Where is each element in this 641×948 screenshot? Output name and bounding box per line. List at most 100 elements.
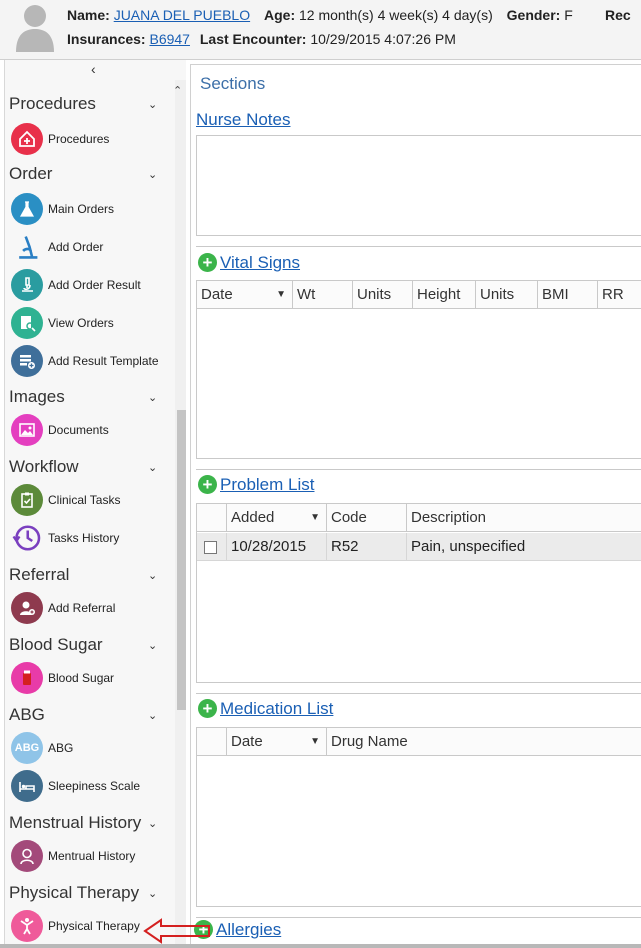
sort-dropdown-icon[interactable]: ▼ bbox=[310, 728, 320, 756]
column-header-date[interactable]: Date ▼ bbox=[227, 728, 327, 756]
sidebar: ‹ ⌃ Procedures ⌄ Procedures Order ⌄ Main… bbox=[4, 60, 186, 944]
problem-list-link[interactable]: Problem List bbox=[220, 475, 314, 495]
image-icon bbox=[11, 414, 43, 446]
sidebar-scroll-thumb[interactable] bbox=[177, 410, 186, 710]
category-images[interactable]: Images bbox=[9, 387, 65, 407]
flask-icon bbox=[11, 193, 43, 225]
clipboard-icon bbox=[11, 484, 43, 516]
add-person-icon bbox=[11, 592, 43, 624]
sidebar-item-add-order[interactable]: Add Order bbox=[11, 231, 171, 263]
sidebar-item-tasks-history[interactable]: Tasks History bbox=[11, 522, 171, 554]
chevron-down-icon[interactable]: ⌄ bbox=[148, 639, 157, 652]
cell-added: 10/28/2015 bbox=[227, 533, 327, 561]
chevron-down-icon[interactable]: ⌄ bbox=[148, 887, 157, 900]
column-header-wt[interactable]: Wt bbox=[293, 281, 353, 309]
patient-header: Name: JUANA DEL PUEBLO Age: 12 month(s) … bbox=[0, 0, 641, 60]
chevron-down-icon[interactable]: ⌄ bbox=[148, 569, 157, 582]
column-header-rr[interactable]: RR bbox=[598, 281, 641, 309]
grid-header: Date ▼ Drug Name bbox=[197, 728, 641, 756]
medication-list-link[interactable]: Medication List bbox=[220, 699, 333, 719]
allergies-link[interactable]: Allergies bbox=[216, 920, 281, 940]
sidebar-item-label: Mentrual History bbox=[48, 849, 136, 863]
nurse-notes-box[interactable] bbox=[196, 135, 641, 236]
gender-label: Gender: bbox=[506, 7, 561, 23]
column-header-added[interactable]: Added ▼ bbox=[227, 504, 327, 532]
section-divider bbox=[196, 246, 641, 247]
sidebar-collapse-button[interactable]: ‹ bbox=[91, 61, 96, 77]
sidebar-item-mentrual-history[interactable]: Mentrual History bbox=[11, 840, 171, 872]
abg-icon: ABG bbox=[11, 732, 43, 764]
sidebar-item-add-referral[interactable]: Add Referral bbox=[11, 592, 171, 624]
sidebar-item-sleepiness-scale[interactable]: Sleepiness Scale bbox=[11, 770, 171, 802]
sidebar-item-blood-sugar[interactable]: Blood Sugar bbox=[11, 662, 171, 694]
column-header-drug-name[interactable]: Drug Name bbox=[327, 728, 641, 756]
medication-list-grid: Date ▼ Drug Name bbox=[196, 727, 641, 907]
row-checkbox[interactable] bbox=[204, 541, 217, 554]
category-abg[interactable]: ABG bbox=[9, 705, 45, 725]
column-header-date[interactable]: Date ▼ bbox=[197, 281, 293, 309]
blood-drop-icon bbox=[11, 662, 43, 694]
sidebar-item-label: Tasks History bbox=[48, 531, 120, 545]
add-vital-signs-icon[interactable]: + bbox=[198, 253, 217, 272]
category-blood-sugar[interactable]: Blood Sugar bbox=[9, 635, 103, 655]
nurse-notes-link[interactable]: Nurse Notes bbox=[196, 110, 290, 130]
sidebar-item-clinical-tasks[interactable]: Clinical Tasks bbox=[11, 484, 171, 516]
category-menstrual-history[interactable]: Menstrual History bbox=[9, 813, 141, 833]
sidebar-item-main-orders[interactable]: Main Orders bbox=[11, 193, 171, 225]
table-row[interactable]: 10/28/2015 R52 Pain, unspecified bbox=[197, 533, 641, 561]
header-line-2: Insurances: B6947 Last Encounter: 10/29/… bbox=[67, 31, 456, 47]
sort-dropdown-icon[interactable]: ▼ bbox=[310, 504, 320, 532]
chevron-down-icon[interactable]: ⌄ bbox=[148, 817, 157, 830]
add-problem-icon[interactable]: + bbox=[198, 475, 217, 494]
chevron-down-icon[interactable]: ⌄ bbox=[148, 98, 157, 111]
female-person-icon bbox=[11, 840, 43, 872]
age-value: 12 month(s) 4 week(s) 4 day(s) bbox=[299, 7, 493, 23]
sidebar-item-procedures[interactable]: Procedures bbox=[11, 123, 171, 155]
sidebar-item-label: Physical Therapy bbox=[48, 919, 140, 933]
sidebar-item-documents[interactable]: Documents bbox=[11, 414, 171, 446]
sidebar-item-label: Blood Sugar bbox=[48, 671, 115, 685]
annotation-arrow-icon bbox=[143, 918, 210, 944]
column-header-code[interactable]: Code bbox=[327, 504, 407, 532]
column-header-description[interactable]: Description bbox=[407, 504, 641, 532]
category-procedures[interactable]: Procedures bbox=[9, 94, 96, 114]
last-encounter-value: 10/29/2015 4:07:26 PM bbox=[310, 31, 456, 47]
category-workflow[interactable]: Workflow bbox=[9, 457, 79, 477]
section-divider bbox=[196, 469, 641, 470]
header-line-1: Name: JUANA DEL PUEBLO Age: 12 month(s) … bbox=[67, 7, 573, 23]
chevron-down-icon[interactable]: ⌄ bbox=[148, 709, 157, 722]
physical-therapy-icon bbox=[11, 910, 43, 942]
vital-signs-grid: Date ▼ Wt Units Height Units BMI RR bbox=[196, 280, 641, 459]
sidebar-item-view-orders[interactable]: View Orders bbox=[11, 307, 171, 339]
category-physical-therapy[interactable]: Physical Therapy bbox=[9, 883, 139, 903]
sidebar-item-label: Clinical Tasks bbox=[48, 493, 121, 507]
add-order-icon bbox=[11, 231, 43, 263]
column-header-units-2[interactable]: Units bbox=[476, 281, 538, 309]
add-medication-icon[interactable]: + bbox=[198, 699, 217, 718]
scroll-up-icon[interactable]: ⌃ bbox=[173, 84, 182, 97]
insurance-link[interactable]: B6947 bbox=[149, 31, 189, 47]
chevron-down-icon[interactable]: ⌄ bbox=[148, 391, 157, 404]
sidebar-item-add-order-result[interactable]: Add Order Result bbox=[11, 269, 171, 301]
grid-header: Added ▼ Code Description bbox=[197, 504, 641, 532]
column-header-height[interactable]: Height bbox=[413, 281, 476, 309]
grid-header: Date ▼ Wt Units Height Units BMI RR bbox=[197, 281, 641, 309]
column-header-bmi[interactable]: BMI bbox=[538, 281, 598, 309]
vital-signs-link[interactable]: Vital Signs bbox=[220, 253, 300, 273]
problem-list-grid: Added ▼ Code Description 10/28/2015 R52 P… bbox=[196, 503, 641, 683]
chevron-down-icon[interactable]: ⌄ bbox=[148, 168, 157, 181]
sidebar-item-add-result-template[interactable]: Add Result Template bbox=[11, 345, 171, 377]
patient-name-link[interactable]: JUANA DEL PUEBLO bbox=[114, 7, 250, 23]
sidebar-item-label: Documents bbox=[48, 423, 109, 437]
view-document-icon bbox=[11, 307, 43, 339]
bottom-scroll-bar[interactable] bbox=[0, 944, 641, 948]
column-header-units[interactable]: Units bbox=[353, 281, 413, 309]
sidebar-item-abg[interactable]: ABG ABG bbox=[11, 732, 171, 764]
category-referral[interactable]: Referral bbox=[9, 565, 69, 585]
row-select-cell bbox=[197, 533, 227, 561]
chevron-down-icon[interactable]: ⌄ bbox=[148, 461, 157, 474]
category-order[interactable]: Order bbox=[9, 164, 52, 184]
sort-dropdown-icon[interactable]: ▼ bbox=[276, 281, 286, 309]
cell-code: R52 bbox=[327, 533, 407, 561]
history-clock-icon bbox=[11, 522, 43, 554]
